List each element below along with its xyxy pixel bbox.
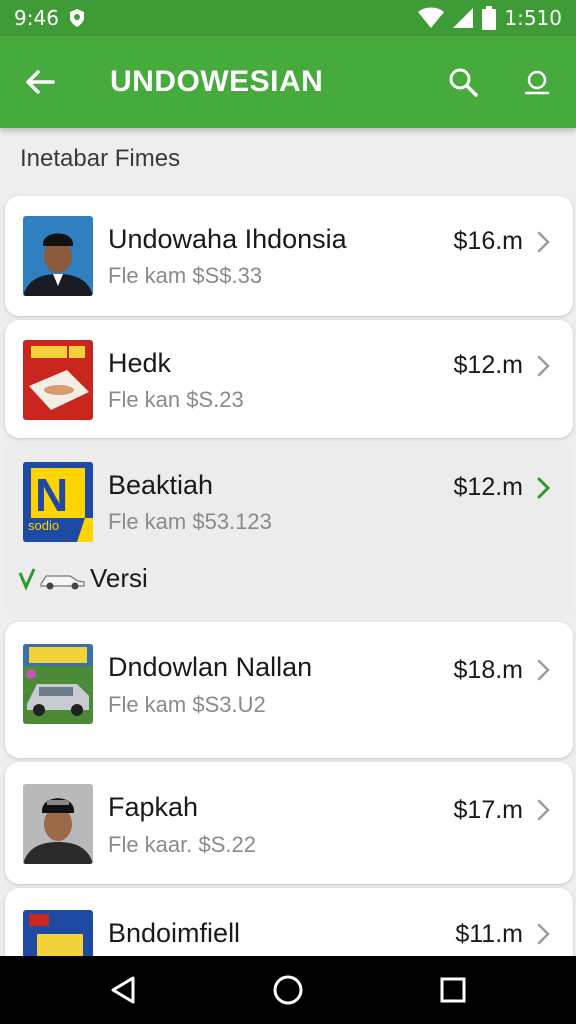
search-button[interactable] — [440, 59, 486, 105]
list-item[interactable]: Dndowlan Nallan Fle kam $S3.U2 $18.m — [5, 622, 573, 758]
status-bar: 9:46 1:510 — [0, 0, 576, 36]
list-item[interactable]: Undowaha Ihdonsia Fle kam $S$.33 $16.m — [5, 196, 573, 316]
thumbnail-letter: N — [35, 469, 69, 521]
status-clock: 1:510 — [504, 6, 562, 30]
item-title: Beaktiah — [108, 470, 214, 500]
list-item[interactable]: Hedk Fle kan $S.23 $12.m — [5, 320, 573, 438]
item-title: Fapkah — [108, 792, 199, 822]
item-subtitle: Fle kan $S.23 — [108, 387, 244, 412]
section-header: Inetabar Fimes — [20, 145, 181, 172]
item-price: $12.m — [453, 473, 523, 501]
search-icon — [449, 68, 478, 97]
item-title: Dndowlan Nallan — [108, 652, 313, 682]
chevron-right-icon — [537, 659, 550, 681]
chevron-right-icon — [537, 355, 550, 377]
status-time: 9:46 — [14, 6, 59, 30]
chevron-right-icon — [537, 231, 550, 253]
chevron-right-icon — [537, 799, 550, 821]
shield-notification-icon — [69, 9, 84, 27]
item-title: Undowaha Ihdonsia — [108, 224, 347, 254]
item-title: Hedk — [108, 348, 172, 378]
back-arrow-icon — [26, 70, 55, 94]
item-price: $11.m — [455, 920, 523, 948]
thumbnail-caption: sodio — [28, 518, 60, 533]
item-price: $18.m — [453, 656, 523, 684]
item-price: $12.m — [453, 351, 523, 379]
battery-icon — [482, 6, 497, 30]
item-price: $17.m — [453, 796, 523, 824]
wifi-icon — [418, 7, 445, 28]
item-subtitle: Fle kaar. $S.22 — [108, 832, 256, 857]
back-button[interactable] — [0, 36, 80, 128]
signal-icon — [453, 8, 474, 28]
app-bar: UNDOWESIAN — [0, 36, 576, 128]
item-thumbnail: N sodio — [23, 462, 93, 542]
check-icon — [18, 567, 36, 591]
item-thumbnail — [23, 784, 93, 864]
item-price: $16.m — [453, 227, 523, 255]
system-nav-bar — [0, 956, 576, 1024]
item-thumbnail — [23, 216, 93, 296]
nav-home-icon — [273, 975, 303, 1005]
page-title: UNDOWESIAN — [110, 65, 324, 98]
item-subtitle: Fle kam $S3.U2 — [108, 692, 266, 717]
chevron-right-icon — [537, 477, 551, 499]
car-icon — [40, 574, 85, 589]
version-label: Versi — [90, 563, 148, 593]
nav-recents-button[interactable] — [423, 960, 483, 1020]
item-title: Bndoimfiell — [108, 918, 241, 948]
nav-back-icon — [111, 976, 135, 1004]
item-subtitle: Fle kam $S$.33 — [108, 263, 263, 288]
nav-home-button[interactable] — [258, 960, 318, 1020]
account-icon — [524, 70, 550, 95]
nav-back-button[interactable] — [93, 960, 153, 1020]
item-thumbnail — [23, 644, 93, 724]
nav-recents-icon — [440, 977, 466, 1003]
item-subtitle: Fle kam $53.123 — [108, 509, 272, 534]
account-button[interactable] — [514, 59, 560, 105]
item-thumbnail — [23, 340, 93, 420]
chevron-right-icon — [537, 923, 550, 945]
version-row[interactable]: Versi — [18, 563, 148, 594]
list-item[interactable]: Fapkah Fle kaar. $S.22 $17.m — [5, 762, 573, 884]
